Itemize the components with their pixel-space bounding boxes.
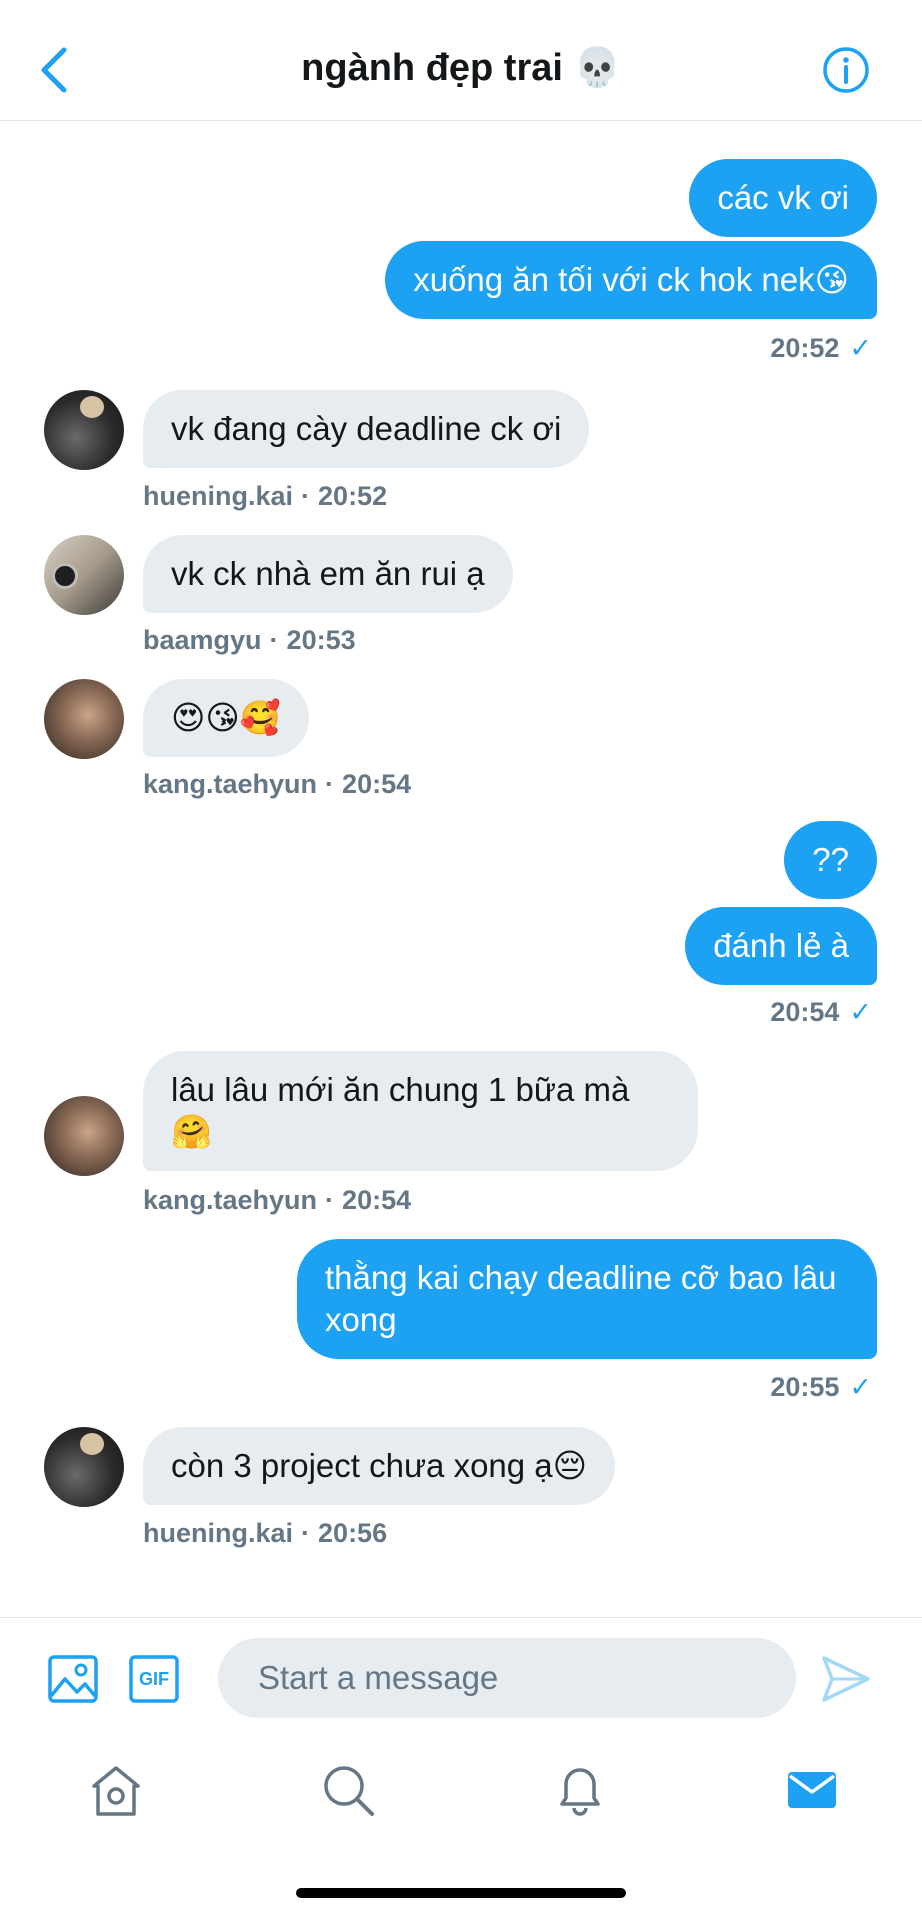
conversation-title[interactable]: ngành đẹp trai 💀 [0,46,922,90]
message-meta: huening.kai · 20:56 [143,1518,388,1548]
home-icon[interactable] [86,1760,146,1820]
search-icon[interactable] [318,1760,378,1820]
messages-icon[interactable] [782,1760,842,1820]
message-time: 20:56 [318,1518,388,1548]
avatar[interactable] [44,1096,124,1176]
avatar[interactable] [44,1427,124,1507]
message-meta: 20:54 ✓ [770,997,872,1028]
incoming-message[interactable]: 😍😘🥰 [143,679,309,757]
incoming-message[interactable]: vk đang cày deadline ck ơi [143,390,590,468]
message-meta: kang.taehyun · 20:54 [143,1185,412,1215]
sender-username[interactable]: baamgyu [143,625,262,655]
incoming-message[interactable]: lâu lâu mới ăn chung 1 bữa mà 🤗 [143,1051,698,1171]
avatar[interactable] [44,679,124,759]
message-time: 20:53 [286,625,356,655]
message-time: 20:54 [342,1185,412,1215]
sent-check-icon: ✓ [849,1372,872,1402]
image-icon[interactable] [47,1654,99,1704]
message-time: 20:52 [318,481,388,511]
message-time: 20:52 [770,333,840,363]
sender-username[interactable]: kang.taehyun [143,769,317,799]
sent-check-icon: ✓ [849,333,872,363]
incoming-message[interactable]: vk ck nhà em ăn rui ạ [143,535,513,613]
incoming-message[interactable]: còn 3 project chưa xong ạ😔 [143,1427,616,1505]
message-time: 20:54 [342,769,412,799]
send-icon[interactable] [820,1654,872,1704]
message-meta: 20:52 ✓ [770,333,872,364]
message-time: 20:55 [770,1372,840,1402]
sender-username[interactable]: huening.kai [143,481,293,511]
sender-username[interactable]: huening.kai [143,1518,293,1548]
message-time: 20:54 [770,997,840,1027]
gif-label: GIF [139,1669,169,1689]
message-meta: kang.taehyun · 20:54 [143,769,412,799]
sent-check-icon: ✓ [849,997,872,1027]
gif-button[interactable]: GIF [128,1654,180,1704]
bottom-tab-bar [0,1748,922,1920]
home-indicator[interactable] [296,1888,626,1898]
avatar[interactable] [44,390,124,470]
outgoing-message[interactable]: các vk ơi [689,159,877,237]
outgoing-message[interactable]: thằng kai chạy deadline cỡ bao lâu xong [297,1239,877,1359]
message-meta: huening.kai · 20:52 [143,481,388,511]
info-icon[interactable] [822,46,870,94]
conversation-header: ngành đẹp trai 💀 [0,0,922,121]
outgoing-message[interactable]: ?? [784,821,877,899]
message-meta: 20:55 ✓ [770,1372,872,1403]
message-meta: baamgyu · 20:53 [143,625,356,655]
message-composer: GIF [0,1617,922,1748]
message-list[interactable]: các vk ơi xuống ăn tối với ck hok nek😘 2… [0,121,922,1616]
outgoing-message[interactable]: đánh lẻ à [685,907,877,985]
sender-username[interactable]: kang.taehyun [143,1185,317,1215]
notifications-icon[interactable] [550,1760,610,1820]
message-input[interactable] [218,1638,796,1718]
outgoing-message[interactable]: xuống ăn tối với ck hok nek😘 [385,241,877,319]
avatar[interactable] [44,535,124,615]
